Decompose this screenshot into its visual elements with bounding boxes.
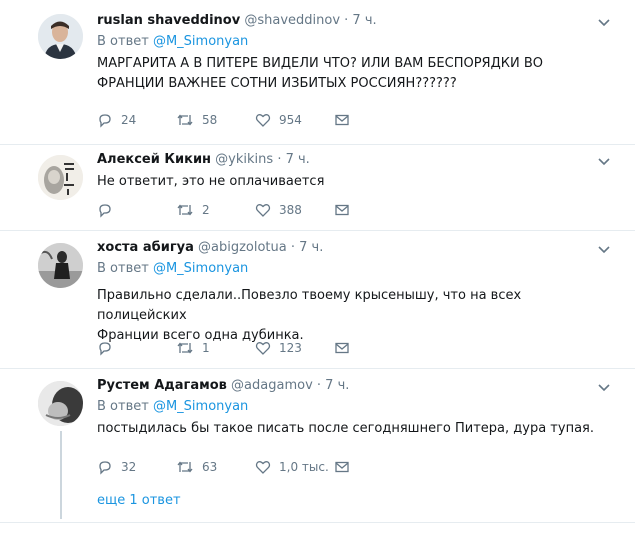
thread-line — [60, 431, 62, 519]
retweet-button[interactable]: 2 — [176, 202, 255, 218]
like-count: 388 — [279, 203, 302, 217]
retweet-count: 58 — [202, 113, 218, 127]
tweet-text: постыдилась бы такое писать после сегодн… — [97, 419, 595, 439]
like-count: 123 — [279, 341, 302, 355]
tweet-time[interactable]: · 7 ч. — [277, 152, 309, 167]
reply-prefix: В ответ — [97, 261, 149, 276]
reply-icon — [99, 342, 111, 356]
tweet-text-line: Правильно сделали..Повезло твоему крысен… — [97, 288, 522, 323]
heart-icon — [255, 342, 271, 355]
avatar-image — [38, 14, 83, 59]
retweet-count: 2 — [202, 203, 210, 217]
retweet-icon — [177, 114, 193, 126]
tweet-actions: 1 123 — [97, 340, 413, 356]
like-button[interactable]: 1,0 тыс. — [255, 459, 334, 475]
heart-icon — [255, 204, 271, 217]
dm-button[interactable] — [334, 112, 413, 128]
tweet-text-line: постыдилась бы такое писать после сегодн… — [97, 421, 594, 436]
tweet[interactable]: ruslan shaveddinov @shaveddinov · 7 ч. В… — [0, 0, 635, 145]
envelope-icon — [335, 114, 349, 126]
user-handle[interactable]: @ykikins — [215, 152, 273, 167]
reply-to-link[interactable]: @M_Simonyan — [153, 34, 248, 49]
dm-button[interactable] — [334, 340, 413, 356]
retweet-icon — [177, 204, 193, 216]
like-button[interactable]: 954 — [255, 112, 334, 128]
reply-prefix: В ответ — [97, 34, 149, 49]
reply-icon — [99, 461, 111, 475]
tweet-text-line: Не ответит, это не оплачивается — [97, 174, 325, 189]
chevron-down-icon[interactable] — [597, 243, 611, 257]
tweet-text-line: МАРГАРИТА А В ПИТЕРЕ ВИДЕЛИ ЧТО? ИЛИ ВАМ… — [97, 56, 543, 71]
tweet-actions: 24 58 954 — [97, 112, 413, 128]
tweet[interactable]: Рустем Адагамов @adagamov · 7 ч. В ответ… — [0, 369, 635, 535]
chevron-down-icon[interactable] — [597, 381, 611, 395]
reply-to-link[interactable]: @M_Simonyan — [153, 399, 248, 414]
avatar-image — [38, 155, 83, 200]
tweet-time[interactable]: · 7 ч. — [344, 13, 376, 28]
envelope-icon — [335, 461, 349, 473]
tweet-text: Не ответит, это не оплачивается — [97, 172, 595, 192]
tweet-time[interactable]: · 7 ч. — [291, 240, 323, 255]
reply-prefix: В ответ — [97, 399, 149, 414]
reply-button[interactable]: 24 — [97, 112, 176, 128]
envelope-icon — [335, 204, 349, 216]
tweet-text-line: ФРАНЦИИ ВАЖНЕЕ СОТНИ ИЗБИТЫХ РОССИЯН????… — [97, 76, 457, 91]
avatar-image — [38, 243, 83, 288]
like-count: 954 — [279, 113, 302, 127]
user-name[interactable]: ruslan shaveddinov — [97, 13, 240, 28]
reply-context: В ответ @M_Simonyan — [97, 398, 595, 415]
dm-button[interactable] — [334, 459, 413, 475]
retweet-count: 1 — [202, 341, 210, 355]
reply-to-link[interactable]: @M_Simonyan — [153, 261, 248, 276]
reply-context: В ответ @M_Simonyan — [97, 33, 595, 50]
user-handle[interactable]: @adagamov — [231, 378, 313, 393]
tweet-text: Правильно сделали..Повезло твоему крысен… — [97, 286, 595, 346]
user-name[interactable]: Алексей Кикин — [97, 152, 211, 167]
tweet-header: Рустем Адагамов @adagamov · 7 ч. — [97, 377, 595, 394]
tweet-actions: 32 63 1,0 тыс. — [97, 459, 413, 475]
tweet-actions: 2 388 — [97, 202, 413, 218]
tweet[interactable]: хоста абигуа @abigzolotua · 7 ч. В ответ… — [0, 231, 635, 369]
tweet-header: хоста абигуа @abigzolotua · 7 ч. — [97, 239, 595, 256]
user-handle[interactable]: @abigzolotua — [198, 240, 287, 255]
heart-icon — [255, 461, 271, 474]
retweet-count: 63 — [202, 460, 218, 474]
envelope-icon — [335, 342, 349, 354]
user-name[interactable]: Рустем Адагамов — [97, 378, 227, 393]
bottom-divider — [0, 522, 635, 523]
reply-context: В ответ @M_Simonyan — [97, 260, 595, 277]
tweet-header: ruslan shaveddinov @shaveddinov · 7 ч. — [97, 12, 595, 29]
retweet-button[interactable]: 1 — [176, 340, 255, 356]
avatar[interactable] — [38, 14, 83, 59]
user-handle[interactable]: @shaveddinov — [244, 13, 340, 28]
reply-button[interactable] — [97, 202, 176, 218]
user-name[interactable]: хоста абигуа — [97, 240, 194, 255]
tweet-text: МАРГАРИТА А В ПИТЕРЕ ВИДЕЛИ ЧТО? ИЛИ ВАМ… — [97, 54, 595, 94]
tweet-time[interactable]: · 7 ч. — [317, 378, 349, 393]
reply-count: 24 — [121, 113, 137, 127]
avatar[interactable] — [38, 381, 83, 426]
avatar[interactable] — [38, 155, 83, 200]
tweet[interactable]: Алексей Кикин @ykikins · 7 ч. Не ответит… — [0, 145, 635, 231]
reply-count: 32 — [121, 460, 137, 474]
retweet-button[interactable]: 63 — [176, 459, 255, 475]
like-button[interactable]: 123 — [255, 340, 334, 356]
avatar-image — [38, 381, 83, 426]
reply-button[interactable]: 32 — [97, 459, 176, 475]
like-button[interactable]: 388 — [255, 202, 334, 218]
chevron-down-icon[interactable] — [597, 155, 611, 169]
reply-icon — [99, 114, 111, 128]
like-count: 1,0 тыс. — [279, 460, 329, 474]
retweet-icon — [177, 342, 193, 354]
tweet-header: Алексей Кикин @ykikins · 7 ч. — [97, 151, 595, 168]
heart-icon — [255, 114, 271, 127]
retweet-button[interactable]: 58 — [176, 112, 255, 128]
show-more-replies-link[interactable]: еще 1 ответ — [97, 493, 181, 508]
avatar[interactable] — [38, 243, 83, 288]
reply-button[interactable] — [97, 340, 176, 356]
chevron-down-icon[interactable] — [597, 16, 611, 30]
retweet-icon — [177, 461, 193, 473]
dm-button[interactable] — [334, 202, 413, 218]
reply-icon — [99, 204, 111, 218]
